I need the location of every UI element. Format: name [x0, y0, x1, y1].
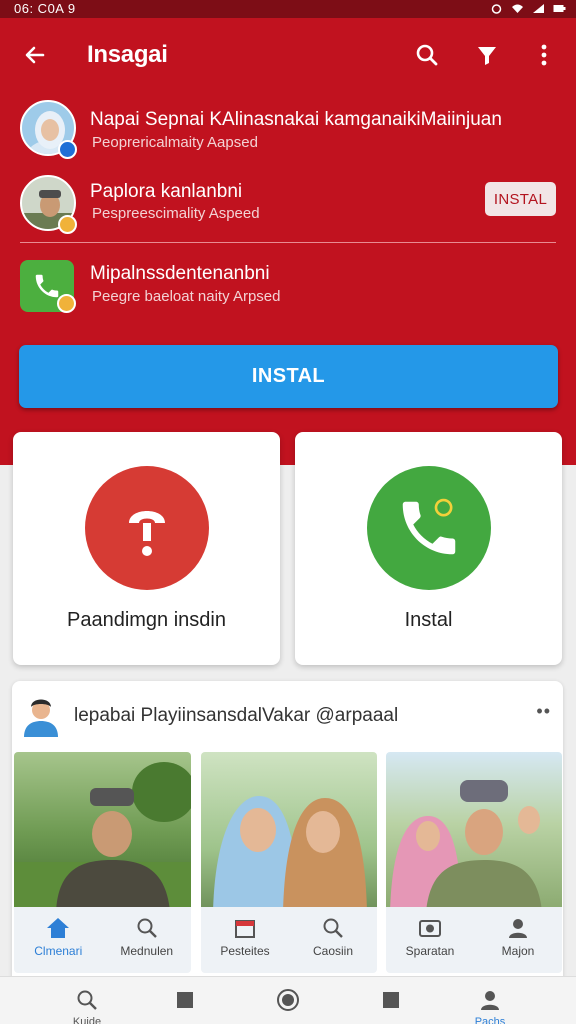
alert-icon — [84, 466, 209, 590]
nav-item-square-2[interactable] — [361, 977, 421, 1024]
search-icon — [320, 915, 346, 941]
instal-button[interactable]: INSTAL — [19, 345, 558, 408]
square-icon — [173, 988, 197, 1012]
card-instal[interactable]: Instal — [295, 432, 562, 665]
list-item-subtitle: Peegre baeloat naity Arpsed — [92, 288, 281, 305]
tab-label: Pesteites — [220, 944, 270, 958]
photo-tabs: Pesteites Caosiin — [201, 907, 377, 973]
phone-icon — [366, 466, 491, 590]
battery-icon — [553, 2, 566, 13]
photo-tabs: Clmenari Mednulen — [14, 907, 191, 973]
person-icon — [478, 988, 502, 1012]
search-icon[interactable] — [409, 37, 445, 73]
feed-card: lepabai PlayiinsansdalVakar @arpaaal •• … — [12, 681, 563, 981]
badge-icon — [57, 294, 76, 313]
list-item-title: Paplora kanlanbni — [90, 181, 243, 202]
camera-icon — [417, 915, 443, 941]
list-item-subtitle: Peoprericalmaity Aapsed — [92, 134, 258, 151]
wifi-icon — [511, 2, 524, 13]
list-item-title: Napai Sepnai KAlinasnakai kamganaikiMaii… — [90, 109, 502, 130]
list-item-subtitle: Pespreescimality Aspeed — [92, 205, 260, 222]
app-title: Insagai — [87, 41, 168, 68]
nav-item-square[interactable] — [155, 977, 215, 1024]
search-icon — [75, 988, 99, 1012]
status-icons — [490, 2, 566, 14]
status-bar: 06: C0A 9 — [0, 0, 576, 18]
status-time: 06: C0A 9 — [14, 1, 76, 16]
feed-title: lepabai PlayiinsansdalVakar @arpaaal — [74, 705, 399, 726]
card-pending[interactable]: Paandimgn insdin — [13, 432, 280, 665]
back-arrow-icon[interactable] — [17, 37, 53, 73]
photo[interactable] — [201, 752, 377, 912]
nav-item-guide[interactable]: Kuide — [57, 977, 117, 1024]
avatar — [22, 693, 60, 737]
signal-icon — [532, 2, 545, 13]
tab-search[interactable]: Mednulen — [103, 907, 192, 973]
tab-camera[interactable]: Sparatan — [386, 907, 474, 973]
more-vert-icon[interactable] — [526, 37, 562, 73]
tab-home[interactable]: Clmenari — [14, 907, 103, 973]
tab-search-2[interactable]: Caosiin — [289, 907, 377, 973]
square-icon — [379, 988, 403, 1012]
home-icon — [45, 915, 71, 941]
list-item[interactable]: Napai Sepnai KAlinasnakai kamganaikiMaii… — [0, 98, 576, 164]
badge-icon — [58, 215, 77, 234]
nav-item-home[interactable] — [258, 977, 318, 1024]
nav-label: Pachs — [474, 1016, 506, 1024]
circle-icon — [276, 988, 300, 1012]
card-label: Instal — [404, 609, 453, 631]
photo[interactable] — [14, 752, 191, 912]
tab-label: Mednulen — [120, 944, 174, 958]
search-icon — [134, 915, 160, 941]
alarm-icon — [490, 2, 503, 14]
tab-label: Sparatan — [405, 944, 455, 958]
tab-label: Clmenari — [34, 944, 83, 958]
bottom-nav: Kuide Pachs — [0, 976, 576, 1024]
nav-label: Kuide — [72, 1016, 102, 1024]
tab-profile[interactable]: Majon — [474, 907, 562, 973]
list-item-title: Mipalnssdentenanbni — [90, 263, 270, 284]
filter-icon[interactable] — [469, 37, 505, 73]
photo-tabs: Sparatan Majon — [386, 907, 562, 973]
tab-label: Majon — [501, 944, 535, 958]
photo[interactable] — [386, 752, 562, 912]
list-item[interactable]: Mipalnssdentenanbni Peegre baeloat naity… — [0, 256, 576, 316]
tab-label: Caosiin — [312, 944, 354, 958]
person-icon — [505, 915, 531, 941]
tab-posts[interactable]: Pesteites — [201, 907, 289, 973]
card-label: Paandimgn insdin — [67, 609, 226, 631]
more-horiz-icon[interactable]: •• — [536, 701, 551, 722]
badge-icon — [58, 140, 77, 159]
calendar-icon — [232, 915, 258, 941]
divider — [20, 242, 556, 243]
nav-item-profile[interactable]: Pachs — [460, 977, 520, 1024]
instal-small-button[interactable]: INSTAL — [485, 182, 556, 216]
